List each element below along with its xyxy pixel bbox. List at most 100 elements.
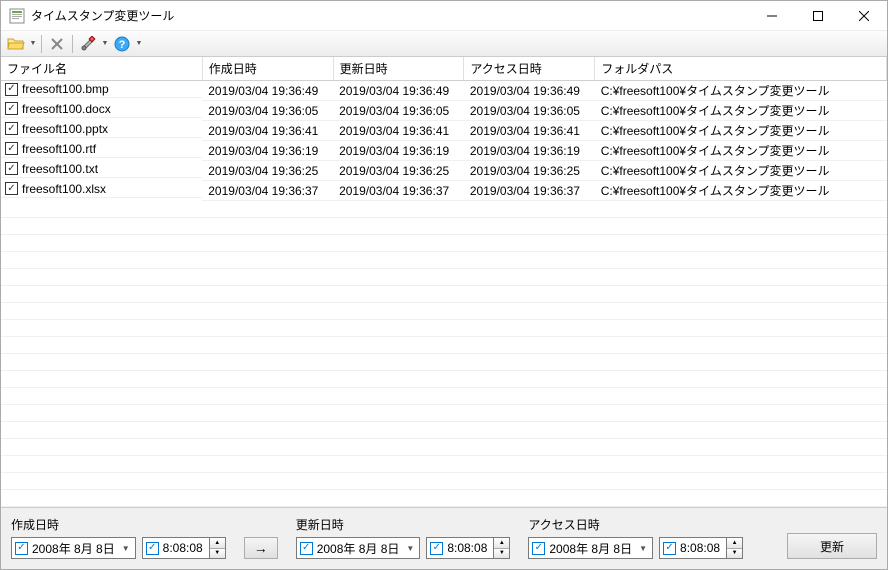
cell-accessed: 2019/03/04 19:36:41 bbox=[464, 121, 595, 141]
modified-time-spinner[interactable]: ▲▼ bbox=[494, 537, 510, 559]
cell-folder: C:¥freesoft100¥タイムスタンプ変更ツール bbox=[595, 141, 887, 161]
update-button[interactable]: 更新 bbox=[787, 533, 877, 559]
table-row[interactable]: ✓freesoft100.bmp2019/03/04 19:36:492019/… bbox=[1, 81, 887, 101]
close-button[interactable] bbox=[841, 1, 887, 31]
cell-created: 2019/03/04 19:36:19 bbox=[202, 141, 333, 161]
table-header-row: ファイル名 作成日時 更新日時 アクセス日時 フォルダパス bbox=[1, 57, 887, 81]
cell-modified: 2019/03/04 19:36:19 bbox=[333, 141, 464, 161]
row-checkbox[interactable]: ✓ bbox=[5, 102, 18, 115]
row-checkbox[interactable]: ✓ bbox=[5, 162, 18, 175]
accessed-time-spinner[interactable]: ▲▼ bbox=[727, 537, 743, 559]
column-header-accessed[interactable]: アクセス日時 bbox=[464, 57, 595, 81]
accessed-time-checkbox[interactable]: ✓ bbox=[663, 542, 676, 555]
table-row-empty bbox=[1, 218, 887, 235]
table-row-empty bbox=[1, 490, 887, 507]
cell-folder: C:¥freesoft100¥タイムスタンプ変更ツール bbox=[595, 101, 887, 121]
modified-date-picker[interactable]: ✓ 2008年 8月 8日 ▼ bbox=[296, 537, 421, 559]
column-header-created[interactable]: 作成日時 bbox=[202, 57, 333, 81]
accessed-time-picker[interactable]: ✓ 8:08:08 bbox=[659, 537, 727, 559]
toolbar-separator bbox=[72, 35, 73, 53]
cell-modified: 2019/03/04 19:36:37 bbox=[333, 181, 464, 201]
apply-arrow-button[interactable]: → bbox=[244, 537, 278, 559]
cell-modified: 2019/03/04 19:36:25 bbox=[333, 161, 464, 181]
cell-created: 2019/03/04 19:36:25 bbox=[202, 161, 333, 181]
file-table: ファイル名 作成日時 更新日時 アクセス日時 フォルダパス ✓freesoft1… bbox=[1, 57, 887, 507]
cell-created: 2019/03/04 19:36:41 bbox=[202, 121, 333, 141]
modified-date-checkbox[interactable]: ✓ bbox=[300, 542, 313, 555]
cell-modified: 2019/03/04 19:36:41 bbox=[333, 121, 464, 141]
chevron-down-icon[interactable]: ▼ bbox=[636, 544, 650, 553]
table-row-empty bbox=[1, 439, 887, 456]
created-time-checkbox[interactable]: ✓ bbox=[146, 542, 159, 555]
chevron-down-icon[interactable]: ▼ bbox=[403, 544, 417, 553]
created-date-checkbox[interactable]: ✓ bbox=[15, 542, 28, 555]
window-title: タイムスタンプ変更ツール bbox=[31, 7, 749, 24]
app-icon bbox=[9, 8, 25, 24]
help-button[interactable]: ? bbox=[111, 33, 133, 55]
cell-created: 2019/03/04 19:36:49 bbox=[202, 81, 333, 101]
file-name: freesoft100.pptx bbox=[22, 122, 108, 136]
table-row[interactable]: ✓freesoft100.rtf2019/03/04 19:36:192019/… bbox=[1, 141, 887, 161]
column-header-folder[interactable]: フォルダパス bbox=[595, 57, 887, 81]
file-name: freesoft100.xlsx bbox=[22, 182, 106, 196]
table-row-empty bbox=[1, 422, 887, 439]
row-checkbox[interactable]: ✓ bbox=[5, 122, 18, 135]
created-time-picker[interactable]: ✓ 8:08:08 bbox=[142, 537, 210, 559]
accessed-label: アクセス日時 bbox=[528, 516, 743, 533]
toolbar-separator bbox=[41, 35, 42, 53]
accessed-date-checkbox[interactable]: ✓ bbox=[532, 542, 545, 555]
open-folder-button[interactable] bbox=[5, 33, 27, 55]
table-row-empty bbox=[1, 405, 887, 422]
delete-button[interactable] bbox=[46, 33, 68, 55]
row-checkbox[interactable]: ✓ bbox=[5, 142, 18, 155]
table-row[interactable]: ✓freesoft100.docx2019/03/04 19:36:052019… bbox=[1, 101, 887, 121]
window-controls bbox=[749, 1, 887, 31]
bottom-panel: 作成日時 ✓ 2008年 8月 8日 ▼ ✓ 8:08:08 ▲▼ → 更新日時… bbox=[1, 508, 887, 569]
table-row-empty bbox=[1, 371, 887, 388]
created-time-spinner[interactable]: ▲▼ bbox=[210, 537, 226, 559]
table-row-empty bbox=[1, 388, 887, 405]
file-table-wrap[interactable]: ファイル名 作成日時 更新日時 アクセス日時 フォルダパス ✓freesoft1… bbox=[1, 57, 887, 508]
settings-button[interactable] bbox=[77, 33, 99, 55]
help-dropdown[interactable]: ▼ bbox=[135, 33, 143, 55]
cell-folder: C:¥freesoft100¥タイムスタンプ変更ツール bbox=[595, 121, 887, 141]
minimize-button[interactable] bbox=[749, 1, 795, 31]
file-name: freesoft100.txt bbox=[22, 162, 98, 176]
file-name: freesoft100.bmp bbox=[22, 82, 109, 96]
settings-dropdown[interactable]: ▼ bbox=[101, 33, 109, 55]
table-row-empty bbox=[1, 473, 887, 490]
table-row-empty bbox=[1, 286, 887, 303]
cell-created: 2019/03/04 19:36:37 bbox=[202, 181, 333, 201]
table-row-empty bbox=[1, 303, 887, 320]
titlebar: タイムスタンプ変更ツール bbox=[1, 1, 887, 31]
table-row-empty bbox=[1, 201, 887, 218]
modified-time-checkbox[interactable]: ✓ bbox=[430, 542, 443, 555]
chevron-down-icon[interactable]: ▼ bbox=[119, 544, 133, 553]
table-row-empty bbox=[1, 337, 887, 354]
cell-accessed: 2019/03/04 19:36:37 bbox=[464, 181, 595, 201]
accessed-date-picker[interactable]: ✓ 2008年 8月 8日 ▼ bbox=[528, 537, 653, 559]
cell-folder: C:¥freesoft100¥タイムスタンプ変更ツール bbox=[595, 81, 887, 101]
created-group: 作成日時 ✓ 2008年 8月 8日 ▼ ✓ 8:08:08 ▲▼ bbox=[11, 516, 226, 559]
column-header-modified[interactable]: 更新日時 bbox=[333, 57, 464, 81]
created-date-picker[interactable]: ✓ 2008年 8月 8日 ▼ bbox=[11, 537, 136, 559]
cell-accessed: 2019/03/04 19:36:05 bbox=[464, 101, 595, 121]
column-header-filename[interactable]: ファイル名 bbox=[1, 57, 202, 81]
svg-text:?: ? bbox=[119, 39, 126, 51]
cell-accessed: 2019/03/04 19:36:49 bbox=[464, 81, 595, 101]
cell-accessed: 2019/03/04 19:36:25 bbox=[464, 161, 595, 181]
maximize-button[interactable] bbox=[795, 1, 841, 31]
open-folder-dropdown[interactable]: ▼ bbox=[29, 33, 37, 55]
cell-created: 2019/03/04 19:36:05 bbox=[202, 101, 333, 121]
table-row[interactable]: ✓freesoft100.pptx2019/03/04 19:36:412019… bbox=[1, 121, 887, 141]
table-row[interactable]: ✓freesoft100.txt2019/03/04 19:36:252019/… bbox=[1, 161, 887, 181]
row-checkbox[interactable]: ✓ bbox=[5, 182, 18, 195]
modified-label: 更新日時 bbox=[296, 516, 511, 533]
modified-time-picker[interactable]: ✓ 8:08:08 bbox=[426, 537, 494, 559]
toolbar: ▼ ▼ ? ▼ bbox=[1, 31, 887, 57]
table-row[interactable]: ✓freesoft100.xlsx2019/03/04 19:36:372019… bbox=[1, 181, 887, 201]
row-checkbox[interactable]: ✓ bbox=[5, 83, 18, 96]
modified-group: 更新日時 ✓ 2008年 8月 8日 ▼ ✓ 8:08:08 ▲▼ bbox=[296, 516, 511, 559]
table-row-empty bbox=[1, 320, 887, 337]
cell-modified: 2019/03/04 19:36:49 bbox=[333, 81, 464, 101]
